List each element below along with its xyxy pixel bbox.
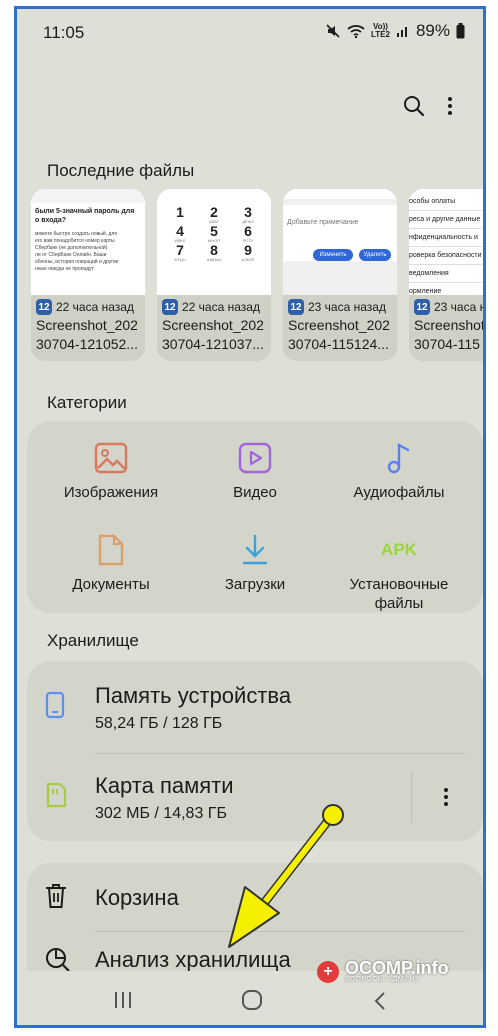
screenshot-frame: 11:05 Vo)) LTE2 89% Последние файлы были… [14, 6, 486, 1028]
pointer-arrow-annotation [228, 804, 344, 948]
